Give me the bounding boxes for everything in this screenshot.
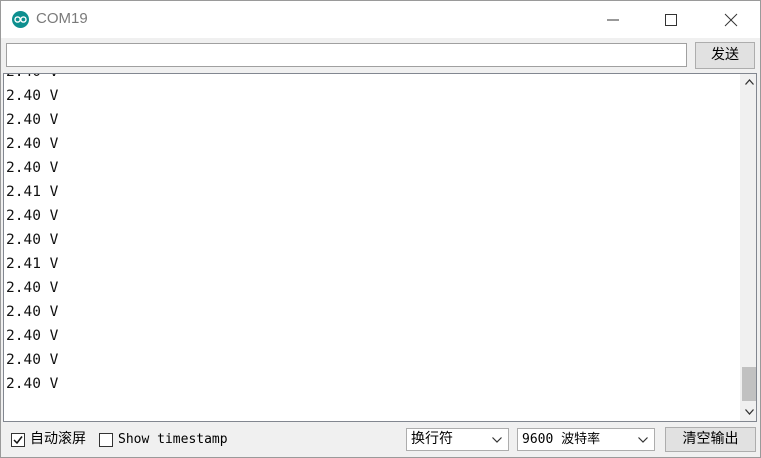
window-title: COM19 bbox=[36, 10, 88, 27]
autoscroll-checkbox[interactable] bbox=[11, 433, 25, 447]
maximize-button[interactable] bbox=[642, 1, 700, 38]
line-ending-select[interactable]: 换行符 bbox=[406, 428, 509, 451]
baud-rate-value: 9600 波特率 bbox=[522, 432, 601, 447]
output-line: 2.41 V bbox=[6, 184, 59, 200]
send-button[interactable]: 发送 bbox=[695, 42, 755, 69]
close-button[interactable] bbox=[702, 1, 760, 38]
clear-output-button[interactable]: 清空输出 bbox=[665, 427, 756, 452]
output-line: 2.40 V bbox=[6, 136, 59, 152]
vertical-scrollbar[interactable] bbox=[740, 74, 756, 421]
chevron-down-icon bbox=[638, 437, 648, 443]
output-line: 2.40 V bbox=[6, 208, 59, 224]
close-icon bbox=[724, 13, 738, 27]
output-line: 2.40 V bbox=[6, 232, 59, 248]
maximize-icon bbox=[665, 14, 677, 26]
show-timestamp-label[interactable]: Show timestamp bbox=[118, 431, 228, 448]
chevron-up-icon bbox=[745, 79, 754, 85]
scroll-down-button[interactable] bbox=[741, 404, 756, 421]
output-line: 2.40 V bbox=[6, 74, 58, 84]
output-lines: 2.40 V 2.40 V 2.40 V 2.40 V 2.40 V 2.41 … bbox=[6, 74, 59, 396]
output-line: 2.40 V bbox=[6, 352, 59, 368]
checkmark-icon bbox=[13, 436, 23, 445]
output-line: 2.40 V bbox=[6, 280, 59, 296]
chevron-down-icon bbox=[492, 437, 502, 443]
output-line: 2.40 V bbox=[6, 160, 59, 176]
autoscroll-label[interactable]: 自动滚屏 bbox=[30, 431, 86, 448]
serial-monitor-window: COM19 发送 2.40 V 2.40 V 2.40 V 2.40 V 2.4… bbox=[0, 0, 761, 458]
chevron-down-icon bbox=[745, 409, 754, 415]
scroll-up-button[interactable] bbox=[741, 74, 756, 91]
minimize-icon bbox=[607, 19, 619, 21]
serial-output-area[interactable]: 2.40 V 2.40 V 2.40 V 2.40 V 2.40 V 2.41 … bbox=[3, 73, 757, 422]
output-line: 2.41 V bbox=[6, 256, 59, 272]
output-line: 2.40 V bbox=[6, 304, 59, 320]
output-line: 2.40 V bbox=[6, 112, 59, 128]
minimize-button[interactable] bbox=[584, 1, 642, 38]
title-bar: COM19 bbox=[1, 1, 760, 38]
output-line: 2.40 V bbox=[6, 328, 59, 344]
show-timestamp-checkbox[interactable] bbox=[99, 433, 113, 447]
output-line: 2.40 V bbox=[6, 88, 59, 104]
arduino-logo-icon bbox=[12, 11, 29, 28]
send-input[interactable] bbox=[6, 43, 687, 67]
output-line: 2.40 V bbox=[6, 376, 59, 392]
scrollbar-thumb[interactable] bbox=[742, 367, 756, 401]
bottom-toolbar: 自动滚屏 Show timestamp 换行符 9600 波特率 清空输出 bbox=[1, 423, 760, 457]
baud-rate-select[interactable]: 9600 波特率 bbox=[517, 428, 655, 451]
line-ending-value: 换行符 bbox=[411, 431, 453, 447]
